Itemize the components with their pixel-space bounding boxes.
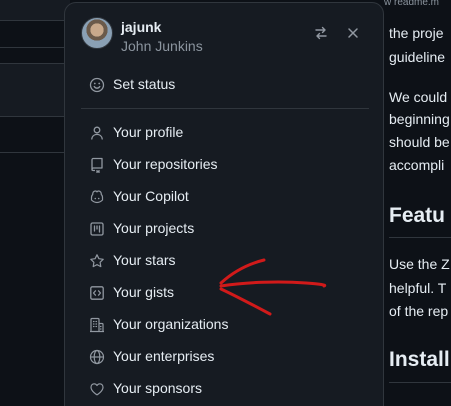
heading-rule — [389, 237, 451, 238]
user-menu: jajunk John Junkins Set status Your prof… — [64, 2, 384, 406]
menu-item-your-repositories[interactable]: Your repositories — [81, 149, 369, 181]
repo-icon — [91, 157, 103, 173]
menu-item-your-gists[interactable]: Your gists — [81, 277, 369, 309]
menu-item-label: Your Copilot — [113, 188, 189, 204]
menu-item-label: Your profile — [113, 124, 184, 140]
menu-item-your-projects[interactable]: Your projects — [81, 213, 369, 245]
divider — [0, 116, 70, 117]
readme-heading: Install — [389, 348, 450, 371]
menu-item-your-enterprises[interactable]: Your enterprises — [81, 341, 369, 373]
smiley-icon — [89, 77, 105, 93]
readme-heading: Featu — [389, 204, 446, 227]
menu-item-label: Your repositories — [113, 156, 218, 172]
background-bar — [0, 64, 70, 116]
readme-tab-fragment: w readme.m — [384, 0, 440, 6]
menu-item-label: Your stars — [113, 252, 176, 268]
menu-item-your-organizations[interactable]: Your organizations — [81, 309, 369, 341]
heart-icon — [90, 383, 104, 396]
menu-item-your-copilot[interactable]: Your Copilot — [81, 181, 369, 213]
readme-line: accompli — [389, 157, 445, 173]
readme-line: We could — [389, 89, 448, 105]
menu-item-your-sponsors[interactable]: Your sponsors — [81, 373, 369, 405]
menu-item-label: Your sponsors — [113, 380, 202, 396]
readme-line: guideline — [389, 49, 446, 65]
menu-fullname: John Junkins — [121, 38, 203, 54]
readme-line: beginning — [389, 111, 450, 127]
background-bar — [0, 0, 70, 20]
divider — [0, 152, 70, 153]
code-square-icon — [90, 286, 104, 300]
divider — [0, 20, 70, 21]
project-icon — [90, 222, 104, 236]
organization-icon — [90, 317, 104, 333]
star-icon — [90, 254, 104, 268]
readme-line: the proje — [389, 25, 444, 41]
menu-item-label: Your enterprises — [113, 348, 215, 364]
readme-line: should be — [389, 134, 450, 150]
switch-account-icon[interactable] — [313, 25, 329, 41]
readme-line: of the rep — [389, 303, 449, 319]
menu-item-label: Your organizations — [113, 316, 229, 332]
person-icon — [91, 126, 103, 140]
readme-line: helpful. T — [389, 280, 447, 296]
copilot-icon — [90, 190, 104, 204]
avatar[interactable] — [81, 17, 113, 49]
globe-icon — [89, 349, 105, 365]
menu-item-your-profile[interactable]: Your profile — [81, 117, 369, 149]
menu-username: jajunk — [121, 19, 162, 35]
menu-item-your-stars[interactable]: Your stars — [81, 245, 369, 277]
set-status-label: Set status — [113, 76, 176, 92]
heading-rule — [389, 382, 451, 383]
menu-divider — [81, 108, 369, 109]
background-left-panel — [0, 0, 70, 406]
close-icon[interactable] — [345, 25, 361, 41]
screen: w readme.m the proje guideline We could … — [0, 0, 451, 406]
menu-item-label: Your projects — [113, 220, 195, 236]
readme-background: w readme.m the proje guideline We could … — [384, 0, 451, 406]
set-status-item[interactable]: Set status — [81, 69, 369, 101]
divider — [0, 47, 70, 48]
readme-line: Use the Z — [389, 256, 450, 272]
menu-item-label: Your gists — [113, 284, 174, 300]
